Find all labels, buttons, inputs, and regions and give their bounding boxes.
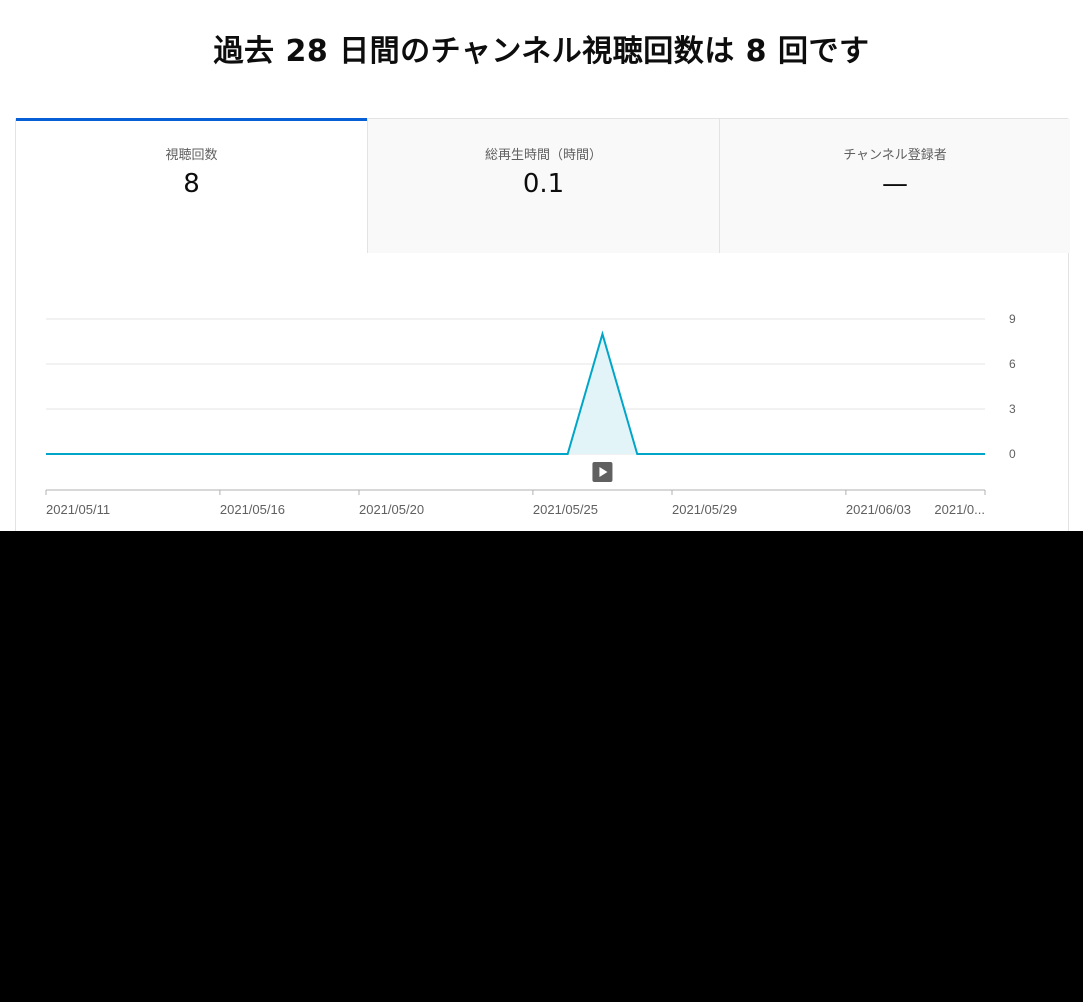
data-point: [809, 452, 813, 456]
data-point: [287, 452, 291, 456]
data-point: [566, 452, 570, 456]
play-icon[interactable]: [592, 462, 613, 482]
tab-watch-time-value: 0.1: [522, 169, 565, 199]
data-point: [148, 452, 152, 456]
y-tick-label: 3: [1009, 402, 1016, 416]
data-point: [705, 452, 709, 456]
x-tick-label: 2021/05/25: [533, 502, 598, 517]
x-tick-label: 2021/0...: [934, 502, 985, 517]
views-area: [46, 334, 985, 454]
tab-watch-time-label: 総再生時間（時間）: [484, 148, 602, 163]
data-point: [392, 452, 396, 456]
data-point: [844, 452, 848, 456]
y-tick-label: 0: [1009, 447, 1016, 461]
data-point: [79, 452, 83, 456]
data-point: [357, 452, 361, 456]
tab-watch-time[interactable]: 総再生時間（時間） 0.1: [367, 119, 719, 253]
metric-tabs: 視聴回数 8 総再生時間（時間） 0.1 チャンネル登録者 —: [16, 118, 1070, 253]
data-point: [461, 452, 465, 456]
tab-subscribers[interactable]: チャンネル登録者 —: [719, 119, 1070, 253]
data-point: [114, 452, 118, 456]
data-point: [983, 452, 987, 456]
analytics-screen: 過去 28 日間のチャンネル視聴回数は 8 回です 視聴回数 8 総再生時間（時…: [0, 0, 1083, 531]
data-point: [879, 452, 883, 456]
page-title: 過去 28 日間のチャンネル視聴回数は 8 回です: [213, 34, 870, 69]
data-point: [670, 452, 674, 456]
tab-views-value: 8: [183, 169, 200, 199]
data-point: [44, 452, 48, 456]
y-tick-label: 6: [1009, 357, 1016, 371]
metrics-card: 視聴回数 8 総再生時間（時間） 0.1 チャンネル登録者 — 0 3 6 9 2021…: [15, 118, 1070, 531]
data-point: [635, 452, 639, 456]
data-point: [322, 452, 326, 456]
data-point: [427, 452, 431, 456]
data-point: [183, 452, 187, 456]
data-point: [774, 452, 778, 456]
tab-views-label: 視聴回数: [165, 148, 218, 163]
tab-subscribers-label: チャンネル登録者: [843, 148, 947, 163]
data-point: [253, 452, 257, 456]
data-point: [740, 452, 744, 456]
x-tick-label: 2021/05/29: [672, 502, 737, 517]
data-point: [600, 332, 604, 336]
views-chart-container: 0 3 6 9 2021/05/11 2021/05/16 2021/05/20 2021/0…: [16, 299, 1070, 531]
x-tick-label: 2021/05/11: [46, 502, 110, 517]
x-tick-label: 2021/05/16: [220, 502, 285, 517]
data-point: [218, 452, 222, 456]
x-tick-label: 2021/06/03: [846, 502, 911, 517]
data-point: [948, 452, 952, 456]
x-tick-label: 2021/05/20: [359, 502, 424, 517]
views-line: [46, 330, 985, 455]
data-point: [913, 452, 917, 456]
tab-views[interactable]: 視聴回数 8: [16, 118, 367, 253]
tab-subscribers-value: —: [882, 169, 908, 199]
y-tick-label: 9: [1009, 312, 1016, 326]
data-point: [531, 452, 535, 456]
views-chart: 0 3 6 9 2021/05/11 2021/05/16 2021/05/20 2021/0…: [44, 312, 1016, 517]
data-point: [496, 452, 500, 456]
